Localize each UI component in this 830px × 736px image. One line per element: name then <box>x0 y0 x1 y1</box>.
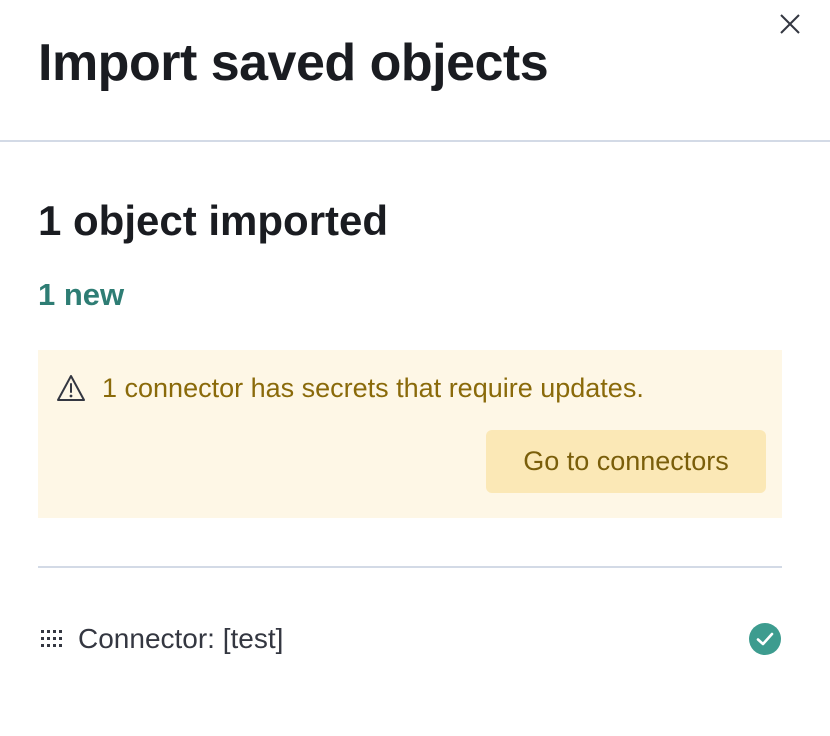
divider <box>38 566 782 568</box>
go-to-connectors-button[interactable]: Go to connectors <box>486 430 766 493</box>
connector-grid-icon <box>38 626 64 652</box>
item-title: Connector: [test] <box>78 623 284 654</box>
success-check-icon <box>748 622 782 656</box>
warning-callout: 1 connector has secrets that require upd… <box>38 350 782 518</box>
new-count-label: 1 new <box>38 277 125 312</box>
flyout-title: Import saved objects <box>38 34 549 92</box>
close-button[interactable] <box>776 12 804 40</box>
import-flyout: Import saved objects 1 object imported 1… <box>0 0 830 736</box>
warning-icon <box>56 373 86 403</box>
callout-title: 1 connector has secrets that require upd… <box>56 368 644 408</box>
list-item: Connector: [test] <box>38 616 782 662</box>
flyout-header: Import saved objects <box>0 0 830 142</box>
close-icon <box>779 13 801 40</box>
callout-message: 1 connector has secrets that require upd… <box>102 373 644 403</box>
import-result-title: 1 object imported <box>38 197 389 244</box>
